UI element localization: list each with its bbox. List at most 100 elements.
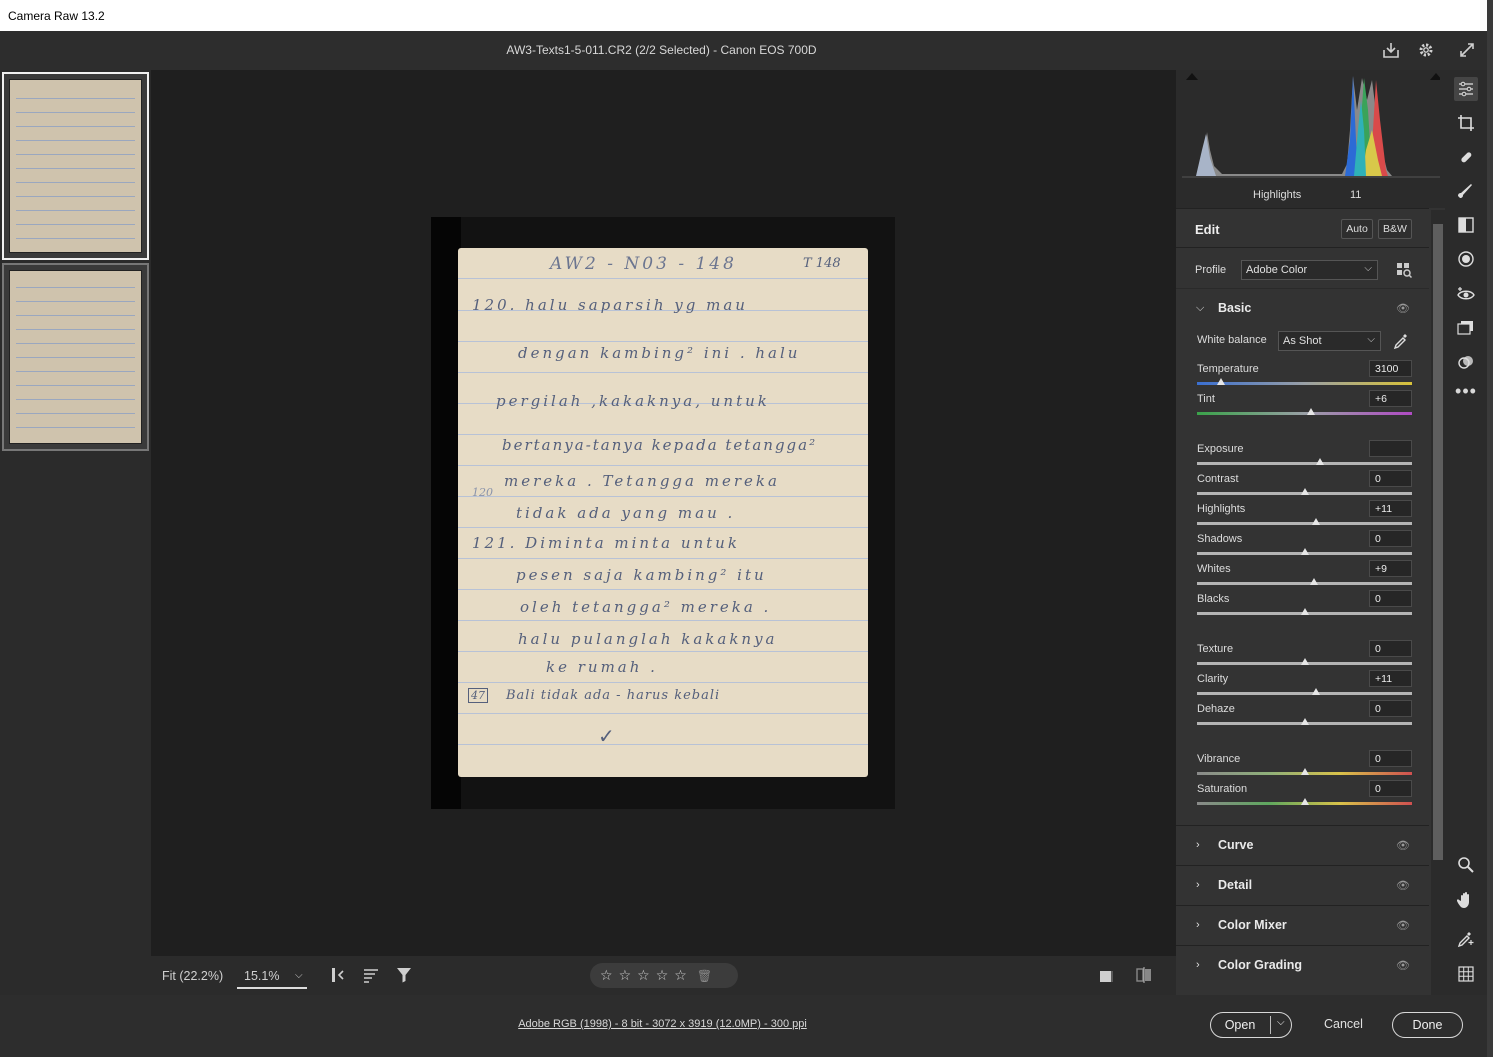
filmstrip-toggle-icon[interactable]: [329, 966, 347, 989]
done-button[interactable]: Done: [1392, 1012, 1463, 1038]
slider-value-input[interactable]: +11: [1369, 500, 1412, 517]
crop-icon[interactable]: [1456, 113, 1476, 133]
slider-thumb[interactable]: [1312, 518, 1320, 525]
slider-value-input[interactable]: 0: [1369, 640, 1412, 657]
slider-thumb[interactable]: [1217, 378, 1225, 385]
clarity-slider[interactable]: Clarity +11: [1197, 670, 1412, 703]
temperature-slider[interactable]: Temperature 3100: [1197, 360, 1412, 393]
star-icon[interactable]: ☆: [600, 967, 613, 984]
slider-track[interactable]: [1197, 462, 1412, 465]
image-canvas[interactable]: AW2 - N03 - 148 T 148 120. halu saparsih…: [151, 70, 1176, 956]
more-icon[interactable]: •••: [1455, 381, 1476, 401]
blacks-slider[interactable]: Blacks 0: [1197, 590, 1412, 623]
workflow-options-link[interactable]: Adobe RGB (1998) - 8 bit - 3072 x 3919 (…: [0, 1018, 1325, 1030]
sort-icon[interactable]: [362, 966, 380, 989]
before-after-icon[interactable]: [1135, 966, 1153, 989]
slider-thumb[interactable]: [1301, 488, 1309, 495]
eye-icon[interactable]: 👁: [1396, 919, 1410, 932]
save-icon[interactable]: [1381, 40, 1401, 60]
whites-slider[interactable]: Whites +9: [1197, 560, 1412, 593]
fullscreen-icon[interactable]: [1457, 40, 1477, 60]
hand-icon[interactable]: [1456, 890, 1476, 910]
cancel-button[interactable]: Cancel: [1324, 1017, 1363, 1031]
slider-value-input[interactable]: +11: [1369, 670, 1412, 687]
basic-section-header[interactable]: ⌵ Basic 👁: [1176, 288, 1429, 328]
color-sampler-icon[interactable]: [1456, 929, 1476, 949]
chevron-down-icon[interactable]: ⌵: [1277, 1017, 1285, 1028]
slider-value-input[interactable]: 0: [1369, 530, 1412, 547]
view-mode-icon[interactable]: [1097, 966, 1115, 989]
slider-track[interactable]: [1197, 522, 1412, 525]
bw-button[interactable]: B&W: [1378, 219, 1412, 239]
zoom-icon[interactable]: [1456, 855, 1476, 875]
slider-thumb[interactable]: [1301, 608, 1309, 615]
contrast-slider[interactable]: Contrast 0: [1197, 470, 1412, 503]
radial-gradient-icon[interactable]: [1456, 249, 1476, 269]
eye-icon[interactable]: 👁: [1396, 879, 1410, 892]
slider-value-input[interactable]: +6: [1369, 390, 1412, 407]
profile-select[interactable]: Adobe Color ⌵: [1241, 260, 1378, 280]
saturation-slider[interactable]: Saturation 0: [1197, 780, 1412, 813]
brush-icon[interactable]: [1456, 181, 1476, 201]
slider-thumb[interactable]: [1301, 718, 1309, 725]
snapshots-icon[interactable]: [1456, 318, 1476, 338]
auto-button[interactable]: Auto: [1341, 219, 1373, 239]
color-grading-section-header[interactable]: › Color Grading 👁: [1176, 945, 1429, 985]
eye-icon[interactable]: 👁: [1396, 302, 1410, 315]
fit-zoom-button[interactable]: Fit (22.2%): [162, 969, 223, 983]
texture-slider[interactable]: Texture 0: [1197, 640, 1412, 673]
eyedropper-icon[interactable]: [1393, 332, 1409, 353]
slider-thumb[interactable]: [1310, 578, 1318, 585]
slider-thumb[interactable]: [1301, 798, 1309, 805]
red-eye-icon[interactable]: [1456, 284, 1476, 304]
dehaze-slider[interactable]: Dehaze 0: [1197, 700, 1412, 733]
eye-icon[interactable]: 👁: [1396, 839, 1410, 852]
filmstrip-thumbnail[interactable]: [2, 72, 149, 260]
open-button[interactable]: Open ⌵: [1210, 1012, 1292, 1038]
slider-value-input[interactable]: 0: [1369, 470, 1412, 487]
slider-value-input[interactable]: 0: [1369, 700, 1412, 717]
slider-value-input[interactable]: 0: [1369, 780, 1412, 797]
tint-slider[interactable]: Tint +6: [1197, 390, 1412, 423]
profile-browser-icon[interactable]: [1396, 262, 1413, 281]
shadows-slider[interactable]: Shadows 0: [1197, 530, 1412, 563]
presets-icon[interactable]: [1456, 352, 1476, 372]
slider-thumb[interactable]: [1301, 658, 1309, 665]
slider-thumb[interactable]: [1301, 768, 1309, 775]
grid-icon[interactable]: [1456, 964, 1476, 984]
linear-gradient-icon[interactable]: [1456, 215, 1476, 235]
panel-scrollbar[interactable]: [1431, 210, 1445, 995]
slider-track[interactable]: [1197, 382, 1412, 385]
trash-icon[interactable]: 🗑: [697, 969, 712, 983]
gear-icon[interactable]: [1416, 40, 1436, 60]
filmstrip-thumbnail[interactable]: [2, 263, 149, 451]
star-icon[interactable]: ☆: [637, 967, 650, 984]
slider-track[interactable]: [1197, 412, 1412, 415]
vibrance-slider[interactable]: Vibrance 0: [1197, 750, 1412, 783]
slider-value-input[interactable]: 0: [1369, 590, 1412, 607]
curve-section-header[interactable]: › Curve 👁: [1176, 825, 1429, 865]
eye-icon[interactable]: 👁: [1396, 959, 1410, 972]
white-balance-select[interactable]: As Shot ⌵: [1278, 331, 1381, 351]
zoom-select[interactable]: 15.1% ⌵: [237, 963, 307, 989]
color-mixer-section-header[interactable]: › Color Mixer 👁: [1176, 905, 1429, 945]
slider-thumb[interactable]: [1301, 548, 1309, 555]
star-icon[interactable]: ☆: [656, 967, 669, 984]
slider-track[interactable]: [1197, 692, 1412, 695]
slider-thumb[interactable]: [1316, 458, 1324, 465]
slider-thumb[interactable]: [1312, 688, 1320, 695]
edit-sliders-icon[interactable]: [1454, 77, 1478, 101]
star-rating[interactable]: ☆ ☆ ☆ ☆ ☆ 🗑: [590, 963, 738, 988]
exposure-slider[interactable]: Exposure: [1197, 440, 1412, 473]
detail-section-header[interactable]: › Detail 👁: [1176, 865, 1429, 905]
filter-icon[interactable]: [395, 966, 413, 989]
healing-icon[interactable]: [1456, 147, 1476, 167]
slider-value-input[interactable]: 3100: [1369, 360, 1412, 377]
star-icon[interactable]: ☆: [674, 967, 687, 984]
highlights-slider[interactable]: Highlights +11: [1197, 500, 1412, 533]
slider-value-input[interactable]: [1369, 440, 1412, 457]
slider-track[interactable]: [1197, 582, 1412, 585]
scrollbar-thumb[interactable]: [1433, 224, 1443, 860]
star-icon[interactable]: ☆: [619, 967, 632, 984]
slider-thumb[interactable]: [1307, 408, 1315, 415]
